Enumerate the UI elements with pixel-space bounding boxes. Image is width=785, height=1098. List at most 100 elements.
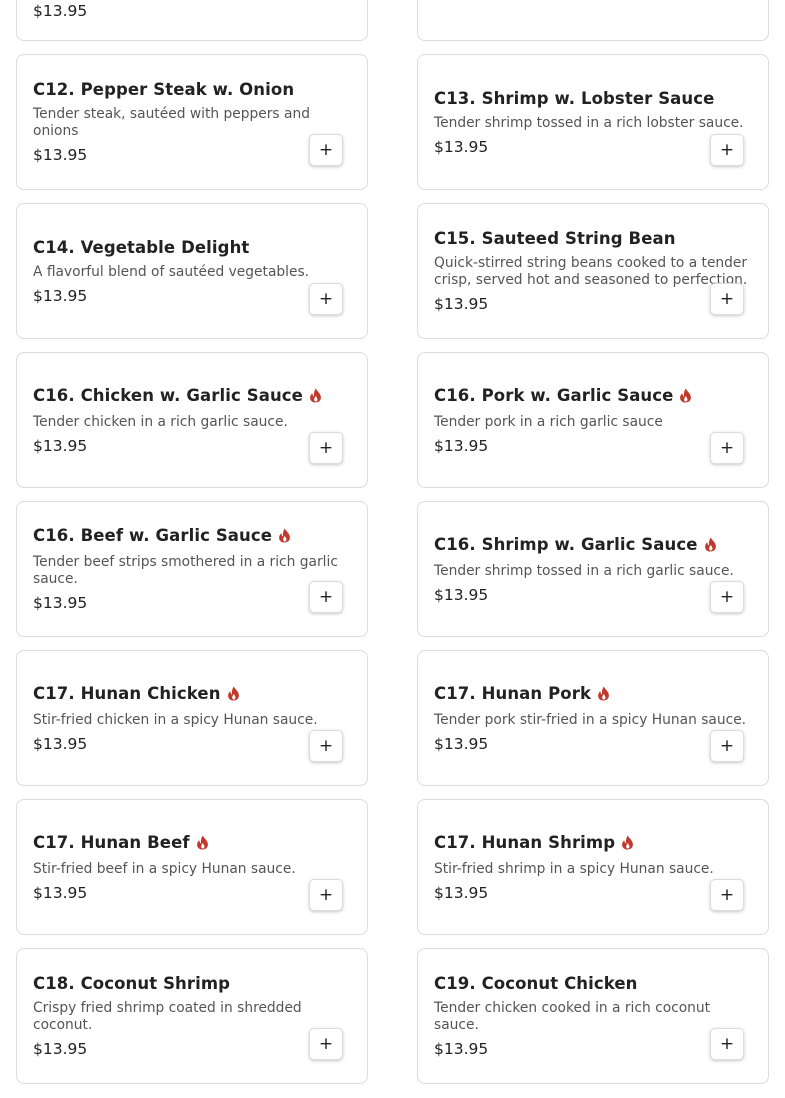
item-description: Tender chicken in a rich garlic sauce. bbox=[33, 413, 288, 430]
add-to-cart-button[interactable]: + bbox=[710, 134, 744, 166]
menu-item-card[interactable]: C16. Chicken w. Garlic Sauce Tender chick… bbox=[16, 352, 368, 488]
item-title-text: C16. Beef w. Garlic Sauce bbox=[33, 526, 273, 545]
item-description: A flavorful blend of sautéed vegetables. bbox=[33, 263, 310, 280]
item-title: C16. Beef w. Garlic Sauce bbox=[33, 526, 351, 545]
plus-icon: + bbox=[719, 438, 735, 458]
plus-icon: + bbox=[719, 736, 735, 756]
plus-icon: + bbox=[318, 140, 334, 160]
spicy-flame-icon bbox=[597, 686, 610, 701]
menu-item-card[interactable]: C12. Pepper Steak w. Onion Tender steak, … bbox=[16, 54, 368, 190]
item-title: C16. Chicken w. Garlic Sauce bbox=[33, 386, 351, 405]
item-description: Stir-fried shrimp in a spicy Hunan sauce… bbox=[434, 860, 714, 877]
menu-item-card[interactable]: C16. Pork w. Garlic Sauce Tender pork in … bbox=[417, 352, 769, 488]
item-title: C13. Shrimp w. Lobster Sauce bbox=[434, 89, 752, 108]
item-price: $13.95 bbox=[434, 734, 489, 753]
item-title-text: C17. Hunan Beef bbox=[33, 832, 190, 852]
add-to-cart-button[interactable]: + bbox=[309, 134, 343, 166]
item-price: $13.95 bbox=[33, 286, 88, 305]
item-title: C17. Hunan Chicken bbox=[33, 684, 351, 703]
plus-icon: + bbox=[719, 587, 735, 607]
plus-icon: + bbox=[719, 1034, 735, 1054]
item-title-text: C16. Pork w. Garlic Sauce bbox=[434, 385, 674, 405]
add-to-cart-button[interactable]: + bbox=[710, 283, 744, 315]
add-to-cart-button[interactable]: + bbox=[710, 879, 744, 911]
item-price: $13.95 bbox=[33, 436, 88, 455]
plus-icon: + bbox=[719, 289, 735, 309]
item-description: Tender shrimp tossed in a rich garlic sa… bbox=[434, 562, 734, 579]
add-to-cart-button[interactable]: + bbox=[309, 283, 343, 315]
item-title: C14. Vegetable Delight bbox=[33, 238, 351, 257]
item-title: C17. Hunan Pork bbox=[434, 684, 752, 703]
plus-icon: + bbox=[318, 587, 334, 607]
menu-item-card[interactable]: C16. Shrimp w. Garlic Sauce Tender shrimp… bbox=[417, 501, 769, 637]
add-to-cart-button[interactable]: + bbox=[710, 432, 744, 464]
menu-item-card[interactable]: C15. Sauteed String Bean Quick-stirred st… bbox=[417, 203, 769, 339]
plus-icon: + bbox=[318, 1034, 334, 1054]
item-description: Stir-fried beef in a spicy Hunan sauce. bbox=[33, 860, 296, 877]
item-price: $13.95 bbox=[434, 436, 489, 455]
plus-icon: + bbox=[719, 140, 735, 160]
item-price: $13.95 bbox=[33, 2, 88, 20]
plus-icon: + bbox=[318, 736, 334, 756]
item-price: $13.95 bbox=[434, 1040, 489, 1058]
add-to-cart-button[interactable]: + bbox=[309, 879, 343, 911]
item-price: $13.95 bbox=[434, 295, 489, 313]
item-description: Quick-stirred string beans cooked to a t… bbox=[434, 255, 748, 288]
item-title-text: C16. Chicken w. Garlic Sauce bbox=[33, 385, 303, 405]
item-title-text: C14. Vegetable Delight bbox=[33, 237, 250, 257]
spicy-flame-icon bbox=[309, 388, 322, 403]
item-description: Tender shrimp tossed in a rich lobster s… bbox=[434, 114, 744, 131]
menu-item-card[interactable]: C17. Hunan Chicken Stir-fried chicken in … bbox=[16, 650, 368, 786]
add-to-cart-button[interactable]: + bbox=[710, 581, 744, 613]
menu-item-card[interactable]: $13.95+ bbox=[16, 0, 368, 41]
plus-icon: + bbox=[318, 885, 334, 905]
add-to-cart-button[interactable]: + bbox=[309, 1028, 343, 1060]
menu-item-card[interactable]: C14. Vegetable Delight A flavorful blend … bbox=[16, 203, 368, 339]
menu-item-card[interactable]: C18. Coconut Shrimp Crispy fried shrimp c… bbox=[16, 948, 368, 1084]
item-description: Crispy fried shrimp coated in shredded c… bbox=[33, 1000, 302, 1033]
item-price: $13.95 bbox=[434, 585, 489, 604]
menu-item-card[interactable]: C13. Shrimp w. Lobster Sauce Tender shrim… bbox=[417, 54, 769, 190]
item-price: $13.95 bbox=[33, 883, 88, 902]
item-price: $13.95 bbox=[434, 883, 489, 902]
item-title-text: C16. Shrimp w. Garlic Sauce bbox=[434, 534, 698, 554]
plus-icon: + bbox=[318, 438, 334, 458]
menu-item-card[interactable]: C17. Hunan Pork Tender pork stir-fried in… bbox=[417, 650, 769, 786]
spicy-flame-icon bbox=[227, 686, 240, 701]
plus-icon: + bbox=[719, 885, 735, 905]
item-title-text: C17. Hunan Chicken bbox=[33, 683, 221, 703]
item-description: Tender pork in a rich garlic sauce bbox=[434, 413, 663, 430]
item-description: Stir-fried chicken in a spicy Hunan sauc… bbox=[33, 711, 318, 728]
item-title-text: C12. Pepper Steak w. Onion bbox=[33, 80, 295, 99]
menu-item-card[interactable]: C16. Beef w. Garlic Sauce Tender beef str… bbox=[16, 501, 368, 637]
item-price: $13.95 bbox=[434, 137, 489, 156]
item-description: Tender steak, sautéed with peppers and o… bbox=[33, 106, 310, 139]
item-price: $13.95 bbox=[33, 594, 88, 612]
add-to-cart-button[interactable]: + bbox=[309, 730, 343, 762]
item-title-text: C13. Shrimp w. Lobster Sauce bbox=[434, 88, 715, 108]
spicy-flame-icon bbox=[278, 528, 291, 543]
add-to-cart-button[interactable]: + bbox=[710, 730, 744, 762]
item-price: $13.95 bbox=[33, 1040, 88, 1058]
menu-item-card[interactable]: C17. Hunan Beef Stir-fried beef in a spic… bbox=[16, 799, 368, 935]
item-description: Tender chicken cooked in a rich coconut … bbox=[434, 1000, 711, 1033]
plus-icon: + bbox=[318, 289, 334, 309]
item-title: C16. Pork w. Garlic Sauce bbox=[434, 386, 752, 405]
item-description: Tender beef strips smothered in a rich g… bbox=[33, 554, 338, 587]
item-title-text: C19. Coconut Chicken bbox=[434, 974, 638, 993]
item-title: C18. Coconut Shrimp bbox=[33, 974, 351, 993]
menu-item-card[interactable]: + bbox=[417, 0, 769, 41]
item-title: C17. Hunan Beef bbox=[33, 833, 351, 852]
item-price: $13.95 bbox=[33, 734, 88, 753]
add-to-cart-button[interactable]: + bbox=[309, 581, 343, 613]
spicy-flame-icon bbox=[704, 537, 717, 552]
spicy-flame-icon bbox=[621, 835, 634, 850]
item-description: Tender pork stir-fried in a spicy Hunan … bbox=[434, 711, 747, 728]
menu-item-card[interactable]: C17. Hunan Shrimp Stir-fried shrimp in a … bbox=[417, 799, 769, 935]
spicy-flame-icon bbox=[679, 388, 692, 403]
item-title-text: C18. Coconut Shrimp bbox=[33, 974, 231, 993]
item-title-text: C17. Hunan Pork bbox=[434, 683, 592, 703]
menu-item-card[interactable]: C19. Coconut Chicken Tender chicken cooke… bbox=[417, 948, 769, 1084]
add-to-cart-button[interactable]: + bbox=[309, 432, 343, 464]
add-to-cart-button[interactable]: + bbox=[710, 1028, 744, 1060]
